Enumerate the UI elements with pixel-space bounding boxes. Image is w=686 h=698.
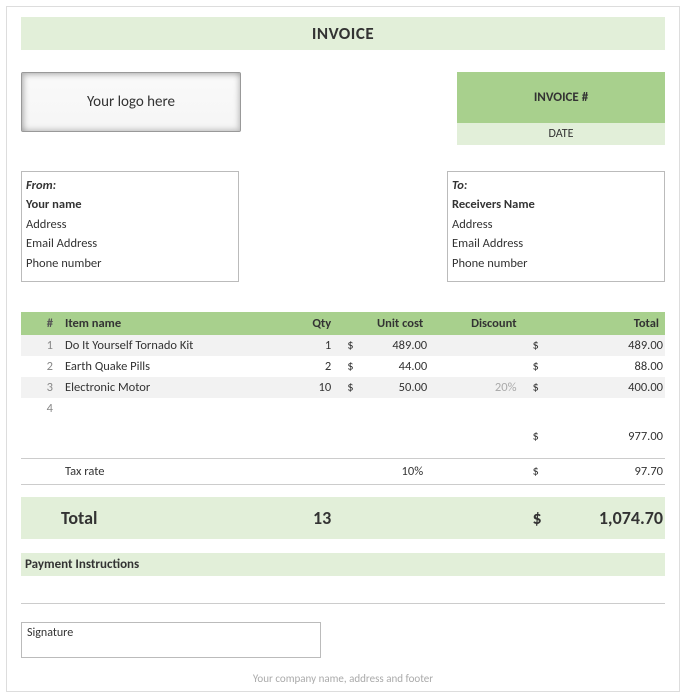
from-phone: Phone number xyxy=(26,254,232,273)
parties-row: From: Your name Address Email Address Ph… xyxy=(21,171,665,282)
page-title: INVOICE xyxy=(21,17,665,50)
table-header-row: # Item name Qty Unit cost Discount Total xyxy=(21,312,665,335)
cell-cur: $ xyxy=(523,356,548,377)
tax-row: Tax rate 10% $ 97.70 xyxy=(21,459,665,485)
invoice-page: INVOICE Your logo here INVOICE # DATE Fr… xyxy=(6,6,680,692)
from-name: Your name xyxy=(26,195,232,214)
cell-unit: 50.00 xyxy=(360,377,430,398)
header-row: Your logo here INVOICE # DATE xyxy=(21,72,665,145)
payment-instructions-label: Payment Instructions xyxy=(21,553,665,576)
cell-qty: 2 xyxy=(287,356,337,377)
cell-num: 1 xyxy=(21,335,59,356)
col-item: Item name xyxy=(59,312,287,335)
invoice-meta: INVOICE # DATE xyxy=(457,72,665,145)
invoice-date-label: DATE xyxy=(457,123,665,145)
cell-num: 3 xyxy=(21,377,59,398)
from-email: Email Address xyxy=(26,234,232,253)
col-num: # xyxy=(21,312,59,335)
cell-total: 400.00 xyxy=(548,377,665,398)
cell-unit: 44.00 xyxy=(360,356,430,377)
to-name: Receivers Name xyxy=(452,195,658,214)
table-row: 3 Electronic Motor 10 $ 50.00 20% $ 400.… xyxy=(21,377,665,398)
cell-qty: 1 xyxy=(287,335,337,356)
to-email: Email Address xyxy=(452,234,658,253)
cell-name: Electronic Motor xyxy=(59,377,287,398)
footer-text: Your company name, address and footer xyxy=(21,672,665,685)
subtotal-cur: $ xyxy=(523,419,548,447)
cell-name: Earth Quake Pills xyxy=(59,356,287,377)
from-address: Address xyxy=(26,215,232,234)
cell-cur xyxy=(523,398,548,419)
to-label: To: xyxy=(452,176,658,195)
items-table: # Item name Qty Unit cost Discount Total… xyxy=(21,312,665,539)
from-box: From: Your name Address Email Address Ph… xyxy=(21,171,239,282)
cell-discount xyxy=(429,356,522,377)
cell-total: 489.00 xyxy=(548,335,665,356)
table-row: 1 Do It Yourself Tornado Kit 1 $ 489.00 … xyxy=(21,335,665,356)
invoice-number-label: INVOICE # xyxy=(457,72,665,123)
cell-name: Do It Yourself Tornado Kit xyxy=(59,335,287,356)
grand-cur: $ xyxy=(523,497,548,539)
table-row: 2 Earth Quake Pills 2 $ 44.00 $ 88.00 xyxy=(21,356,665,377)
grand-total-row: Total 13 $ 1,074.70 xyxy=(21,497,665,539)
tax-cur: $ xyxy=(523,459,548,485)
signature-label: Signature xyxy=(27,626,73,640)
payment-instructions-body xyxy=(21,576,665,604)
cell-qty: 10 xyxy=(287,377,337,398)
cell-cur: $ xyxy=(337,377,359,398)
from-label: From: xyxy=(26,176,232,195)
tax-label: Tax rate xyxy=(59,459,287,485)
cell-total: 88.00 xyxy=(548,356,665,377)
cell-num: 2 xyxy=(21,356,59,377)
tax-amount: 97.70 xyxy=(548,459,665,485)
col-total: Total xyxy=(523,312,665,335)
table-row: 4 xyxy=(21,398,665,419)
cell-cur: $ xyxy=(523,335,548,356)
tax-rate: 10% xyxy=(337,459,429,485)
cell-name xyxy=(59,398,287,419)
col-unit: Unit cost xyxy=(337,312,429,335)
cell-unit xyxy=(360,398,430,419)
logo-placeholder[interactable]: Your logo here xyxy=(21,72,241,132)
cell-cur xyxy=(337,398,359,419)
to-address: Address xyxy=(452,215,658,234)
cell-cur: $ xyxy=(337,356,359,377)
cell-discount: 20% xyxy=(429,377,522,398)
cell-qty xyxy=(287,398,337,419)
subtotal-row: $ 977.00 xyxy=(21,419,665,447)
col-qty: Qty xyxy=(287,312,337,335)
cell-unit: 489.00 xyxy=(360,335,430,356)
signature-box: Signature xyxy=(21,622,321,658)
to-box: To: Receivers Name Address Email Address… xyxy=(447,171,665,282)
cell-num: 4 xyxy=(21,398,59,419)
cell-cur: $ xyxy=(523,377,548,398)
cell-discount xyxy=(429,398,522,419)
cell-cur: $ xyxy=(337,335,359,356)
grand-qty: 13 xyxy=(287,497,337,539)
cell-discount xyxy=(429,335,522,356)
cell-total xyxy=(548,398,665,419)
grand-label: Total xyxy=(21,497,287,539)
subtotal-amount: 977.00 xyxy=(548,419,665,447)
grand-amount: 1,074.70 xyxy=(548,497,665,539)
to-phone: Phone number xyxy=(452,254,658,273)
col-discount: Discount xyxy=(429,312,522,335)
